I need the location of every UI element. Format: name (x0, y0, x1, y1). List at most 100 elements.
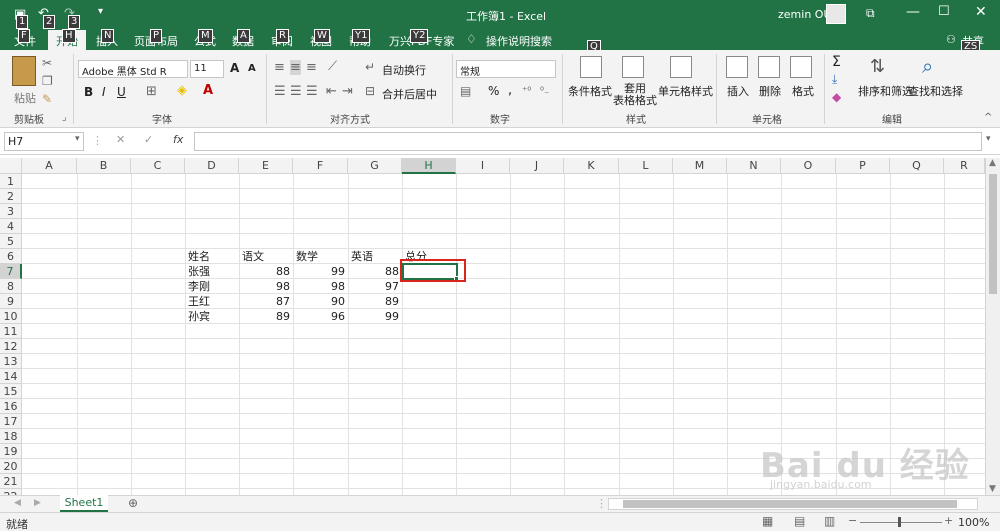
table-cell[interactable]: 张强 (185, 264, 239, 279)
zoom-level[interactable]: 100% (958, 516, 989, 529)
percent-button[interactable]: % (488, 84, 499, 98)
increase-decimal-icon[interactable]: ⁺⁰ (522, 86, 531, 97)
row-header[interactable]: 8 (0, 279, 22, 294)
row-header[interactable]: 16 (0, 399, 22, 414)
clipboard-launcher-icon[interactable]: ⌟ (62, 112, 67, 123)
grow-font-button[interactable]: A (230, 61, 239, 75)
table-cell[interactable]: 98 (239, 279, 293, 294)
customize-icon[interactable]: ▾ (98, 6, 103, 17)
merge-center-button[interactable]: 合并后居中 (382, 86, 437, 102)
format-cells-button[interactable]: 格式 (792, 83, 814, 99)
wrap-text-icon[interactable]: ↵ (365, 60, 375, 74)
font-color-icon[interactable]: A (203, 83, 213, 98)
page-layout-icon[interactable]: ▤ (794, 514, 805, 528)
next-sheet-icon[interactable]: ▶ (34, 498, 41, 508)
fill-icon[interactable]: ⤓ (832, 72, 837, 87)
column-header[interactable]: K (564, 158, 619, 174)
number-format-dropdown[interactable]: 常规 (456, 60, 556, 78)
row-header[interactable]: 9 (0, 294, 22, 309)
delete-cells-button[interactable]: 删除 (759, 83, 781, 99)
column-header[interactable]: I (456, 158, 510, 174)
normal-view-icon[interactable]: ▦ (762, 514, 773, 528)
cell-styles-button[interactable]: 单元格样式 (658, 83, 713, 99)
row-header[interactable]: 20 (0, 459, 22, 474)
decrease-decimal-icon[interactable]: ⁰₋ (540, 86, 549, 97)
column-header[interactable]: G (348, 158, 402, 174)
insert-cells-icon[interactable] (726, 56, 748, 78)
row-header[interactable]: 5 (0, 234, 22, 249)
row-header-selected[interactable]: 7 (0, 264, 22, 279)
formula-input[interactable] (194, 132, 982, 151)
table-cell[interactable]: 97 (348, 279, 402, 294)
row-header[interactable]: 17 (0, 414, 22, 429)
merge-icon[interactable]: ⊟ (365, 84, 375, 98)
scroll-down-icon[interactable]: ▼ (989, 484, 996, 494)
find-select-icon[interactable]: ⌕ (922, 54, 933, 78)
table-cell[interactable]: 孙宾 (185, 309, 239, 324)
column-header[interactable]: M (673, 158, 727, 174)
table-cell[interactable]: 88 (348, 264, 402, 279)
table-header-cell[interactable]: 语文 (239, 249, 293, 264)
column-header[interactable]: B (77, 158, 131, 174)
chevron-down-icon[interactable]: ▾ (75, 134, 80, 144)
column-header[interactable]: E (239, 158, 293, 174)
underline-button[interactable]: U (117, 85, 126, 99)
zoom-slider-thumb[interactable] (898, 517, 901, 527)
column-header[interactable]: A (22, 158, 77, 174)
comma-button[interactable]: , (508, 83, 512, 98)
format-table-button[interactable]: 套用 表格格式 (610, 83, 660, 107)
find-select-button[interactable]: 查找和选择 (908, 83, 963, 99)
font-name-dropdown[interactable]: Adobe 黑体 Std R (78, 60, 188, 78)
column-header[interactable]: C (131, 158, 185, 174)
cell-styles-icon[interactable] (670, 56, 692, 78)
shrink-font-button[interactable]: A (248, 63, 256, 74)
column-header[interactable]: Q (890, 158, 944, 174)
format-table-icon[interactable] (622, 56, 644, 78)
table-cell[interactable]: 98 (293, 279, 348, 294)
name-box[interactable]: H7 (4, 132, 84, 151)
row-header[interactable]: 13 (0, 354, 22, 369)
page-break-icon[interactable]: ▥ (824, 514, 835, 528)
horizontal-scrollbar[interactable] (608, 498, 978, 510)
format-cells-icon[interactable] (790, 56, 812, 78)
row-header[interactable]: 19 (0, 444, 22, 459)
tell-me-search[interactable]: 操作说明搜索 (486, 33, 552, 49)
row-header[interactable]: 12 (0, 339, 22, 354)
column-header[interactable]: N (727, 158, 781, 174)
row-header[interactable]: 15 (0, 384, 22, 399)
paste-icon[interactable] (12, 56, 36, 86)
column-header[interactable]: F (293, 158, 348, 174)
row-header[interactable]: 11 (0, 324, 22, 339)
column-header[interactable]: L (619, 158, 673, 174)
row-header[interactable]: 21 (0, 474, 22, 489)
scroll-thumb[interactable] (989, 174, 997, 294)
decrease-indent-icon[interactable]: ⇤ (326, 84, 337, 99)
vertical-scrollbar[interactable]: ▲ ▼ (985, 158, 1000, 497)
collapse-ribbon-icon[interactable]: ^ (984, 112, 992, 123)
ribbon-display-icon[interactable]: ⧉ (866, 6, 875, 21)
column-header[interactable]: P (836, 158, 890, 174)
table-cell[interactable]: 87 (239, 294, 293, 309)
bottom-align-icon[interactable]: ≡ (306, 60, 317, 75)
row-header[interactable]: 3 (0, 204, 22, 219)
avatar[interactable] (826, 4, 846, 24)
zoom-slider[interactable] (860, 522, 942, 523)
column-header[interactable]: D (185, 158, 239, 174)
zoom-out-icon[interactable]: − (848, 514, 857, 527)
sort-filter-button[interactable]: 排序和筛选 (858, 83, 913, 99)
insert-function-button[interactable]: fx (173, 133, 183, 146)
column-header-selected[interactable]: H (402, 158, 456, 174)
font-size-dropdown[interactable]: 11 (190, 60, 224, 78)
table-cell[interactable]: 96 (293, 309, 348, 324)
h-scroll-thumb[interactable] (623, 500, 957, 508)
sort-filter-icon[interactable]: ⇅ (870, 56, 885, 77)
bold-button[interactable]: B (84, 85, 93, 99)
expand-formula-icon[interactable]: ▾ (986, 134, 991, 144)
orientation-icon[interactable]: ⟋ (328, 59, 337, 74)
table-cell[interactable]: 99 (348, 309, 402, 324)
column-header[interactable]: O (781, 158, 836, 174)
borders-icon[interactable]: ⊞ (146, 84, 157, 99)
column-header[interactable]: R (944, 158, 985, 174)
minimize-icon[interactable]: — (906, 4, 920, 20)
add-sheet-icon[interactable]: ⊕ (128, 496, 138, 510)
